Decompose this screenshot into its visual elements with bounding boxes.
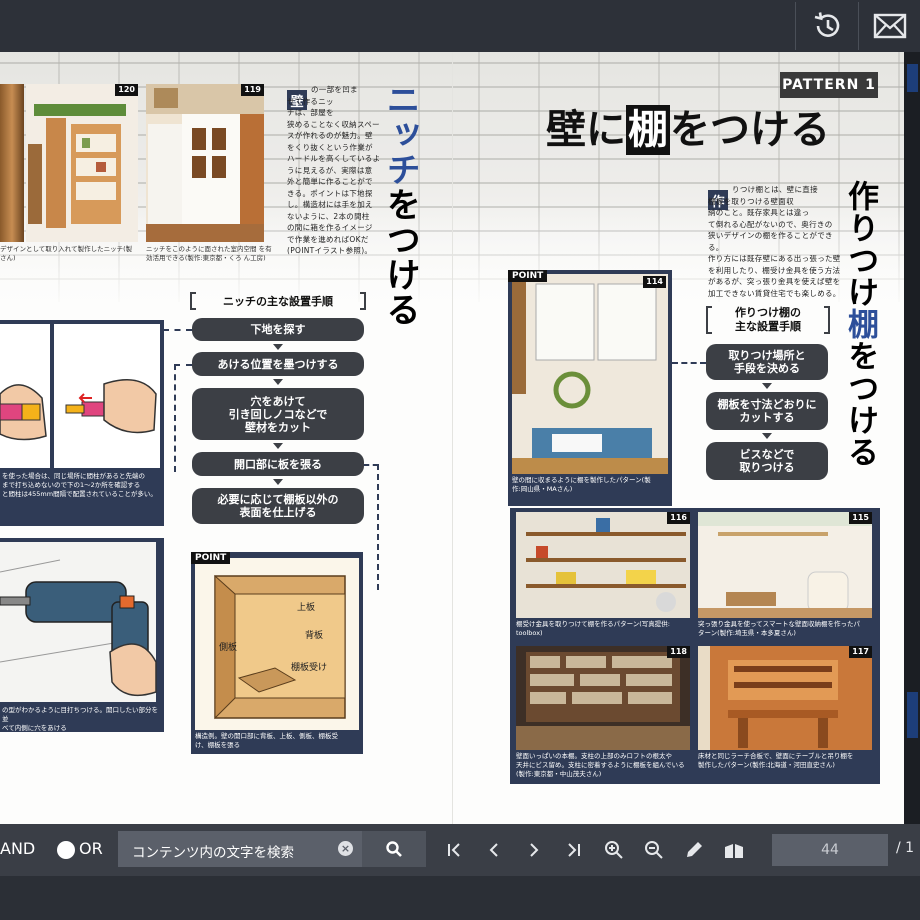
illustration-2-caption: の型がわかるように目打ちつける。開口したい部分を並 べて内側に穴をあける [2, 706, 158, 732]
footer-area [0, 876, 920, 920]
pattern-label: PATTERN 1 [780, 72, 878, 98]
photo-number-tag: 117 [849, 646, 872, 658]
shelf-step-2: 棚板を寸法どおりに カットする [706, 392, 828, 430]
last-page-icon [568, 843, 580, 857]
page-number-input[interactable]: 44 [772, 834, 888, 866]
photo-number-tag: 114 [643, 276, 666, 288]
caption-115: 突っ張り金具を使ってスマートな壁面収納棚を作ったパ ターン(製作:埼玉県・本多夏… [698, 620, 860, 637]
clear-icon[interactable]: × [338, 841, 353, 856]
zoom-out-icon [645, 841, 663, 859]
first-page-button[interactable] [440, 836, 468, 864]
illustration-drill: の型がわかるように目打ちつける。開口したい部分を並 べて内側に穴をあける [0, 538, 164, 732]
chevron-left-icon [489, 843, 498, 857]
label-side-board: 側板 [219, 641, 237, 653]
caption-118: 壁面いっぱいの本棚。支柱の上部のみロフトの根太や 天井にビス留め。支柱に密着する… [516, 752, 685, 778]
mail-icon [873, 13, 906, 39]
photo-118: 118 [516, 646, 690, 750]
zoom-in-button[interactable] [600, 836, 628, 864]
zoom-out-button[interactable] [640, 836, 668, 864]
zoom-in-icon [605, 841, 623, 859]
bookshelf-button[interactable] [720, 836, 748, 864]
magazine-spread: 120 デザインとして取り入れて製作したニッチ(製 さん) 119 ニッチをこの… [0, 52, 904, 824]
niche-step-1: 下地を探す [192, 318, 364, 341]
photo-115: 115 [698, 512, 872, 618]
photo-119: 119 [146, 84, 264, 242]
or-radio[interactable] [57, 841, 75, 859]
last-page-button[interactable] [560, 836, 588, 864]
bottom-toolbar: AND OR コンテンツ内の文字を検索 × 44 / 1 [0, 824, 920, 876]
photo-114-box: POINT 114 壁の間に収まるように棚を製作したパターン(製 作:岡山県・M… [508, 270, 672, 506]
shelf-step-1: 取りつけ場所と 手段を決める [706, 344, 828, 380]
headline: 壁に棚をつける [546, 105, 830, 155]
search-button[interactable] [362, 831, 426, 867]
illustration-1-caption: を使った場合は、同じ場所に間柱があると先端の まで打ち込めないので下の1〜2か所… [2, 472, 157, 498]
page-total: / 1 [896, 840, 915, 856]
shelf-steps-title: 作りつけ棚の 主な設置手順 [734, 306, 802, 333]
label-shelf-support: 棚板受け [291, 661, 327, 673]
search-icon [386, 841, 402, 857]
photo-120: 120 [26, 84, 138, 242]
caption-116: 棚受け金具を取りつけて棚を作るパターン(写真提供: toolbox) [516, 620, 670, 637]
caption-119: ニッチをこのように面された室内空間 を有効活用できる(製作:東京都・くろ ん工房… [146, 245, 272, 262]
caption-117: 床材と同じラーチ合板で、壁面にテーブルと吊り棚を 製作したパターン(製作:北海道… [698, 752, 854, 769]
first-page-icon [448, 843, 460, 857]
page-gutter [452, 52, 453, 824]
niche-step-5: 必要に応じて棚板以外の 表面を仕上げる [192, 488, 364, 524]
history-icon [814, 12, 839, 37]
illustration-sensor: を使った場合は、同じ場所に間柱があると先端の まで打ち込めないので下の1〜2か所… [0, 320, 164, 526]
next-page-edge [904, 52, 920, 824]
ebook-viewer: 120 デザインとして取り入れて製作したニッチ(製 さん) 119 ニッチをこの… [0, 0, 920, 920]
niche-step-3: 穴をあけて 引き回しノコなどで 壁材をカット [192, 388, 364, 440]
point-tag: POINT [191, 552, 231, 564]
or-label: OR [79, 839, 103, 858]
shelf-intro-text: りつけ棚とは、壁に直接 棚板を取りつける壁面収 納のこと。既存家具とは違っ て倒… [708, 185, 841, 298]
caption-120: デザインとして取り入れて製作したニッチ(製 さん) [0, 245, 133, 262]
niche-point-diagram: 上板 背板 側板 棚板受け 構造例。壁の開口部に背板、上板、側板、棚板受 け、棚… [191, 552, 363, 754]
photo-number-tag: 120 [115, 84, 138, 96]
photo-number-tag: 119 [241, 84, 264, 96]
history-button[interactable] [795, 2, 857, 50]
photo-116: 116 [516, 512, 690, 618]
book-icon [725, 844, 743, 858]
shelf-step-3: ビスなどで 取りつける [706, 442, 828, 480]
niche-intro-text: の一部を凹ま せて作るニッ チは、部屋を 狭めることなく収納スペー スが作れるの… [287, 85, 381, 255]
niche-vertical-title: ニッチをつける [380, 82, 420, 327]
page-viewer[interactable]: 120 デザインとして取り入れて製作したニッチ(製 さん) 119 ニッチをこの… [0, 52, 920, 824]
top-bar [0, 0, 920, 52]
search-input[interactable]: コンテンツ内の文字を検索 [118, 831, 362, 867]
mail-button[interactable] [858, 2, 920, 50]
photo-117: 117 [698, 646, 872, 750]
shelf-vertical-title: 作りつけ棚をつける [842, 180, 878, 468]
label-back-board: 背板 [305, 629, 323, 641]
chevron-right-icon [530, 843, 539, 857]
photo-number-tag: 116 [667, 512, 690, 524]
and-label: AND [0, 839, 36, 858]
pencil-icon [687, 842, 702, 857]
photo-number-tag: 118 [667, 646, 690, 658]
point-diagram-caption: 構造例。壁の開口部に背板、上板、側板、棚板受 け、棚板を張る [195, 732, 338, 749]
photo-niche-edge [0, 84, 24, 242]
label-top-board: 上板 [297, 601, 315, 613]
point-tag: POINT [508, 270, 548, 282]
caption-114: 壁の間に収まるように棚を製作したパターン(製 作:岡山県・MAさん) [512, 476, 651, 493]
niche-step-2: あける位置を墨つけする [192, 352, 364, 376]
next-page-button[interactable] [520, 836, 548, 864]
previous-page-button[interactable] [480, 836, 508, 864]
annotate-button[interactable] [680, 836, 708, 864]
niche-steps-title: ニッチの主な設置手順 [223, 295, 333, 308]
niche-step-4: 開口部に板を張る [192, 452, 364, 476]
photo-number-tag: 115 [849, 512, 872, 524]
